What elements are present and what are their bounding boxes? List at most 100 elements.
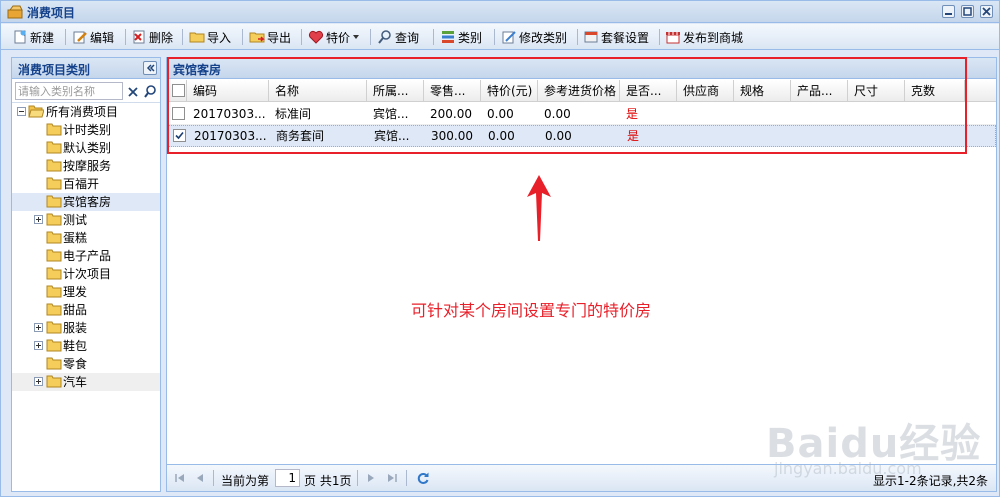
tree-node[interactable]: 服装 [12, 319, 160, 337]
tree-node-label: 所有消费项目 [46, 105, 119, 119]
maximize-icon[interactable] [961, 5, 974, 18]
toolbar-separator [659, 29, 660, 45]
grid-panel-title: 宾馆客房 [173, 63, 222, 77]
column-header[interactable]: 零售... [424, 80, 481, 102]
table-row[interactable]: 20170303... 标准间 宾馆... 200.00 0.00 0.00 是 [167, 103, 996, 125]
folder-icon [46, 375, 62, 388]
column-header[interactable]: 参考进货价格 [538, 80, 620, 102]
pager-after-text: 页 共1页 [304, 474, 352, 488]
column-header[interactable]: 所属... [367, 80, 424, 102]
page-number-input[interactable] [275, 469, 300, 487]
tree-node-label: 甜品 [63, 303, 88, 317]
new-button[interactable]: 新建 [12, 27, 54, 47]
tree-node-label: 默认类别 [63, 141, 112, 155]
tree-node[interactable]: 计次项目 [12, 265, 160, 283]
cell-flag: 是 [626, 107, 639, 121]
folder-icon [46, 249, 62, 262]
import-button[interactable]: 导入 [189, 27, 231, 47]
column-header[interactable]: 供应商 [677, 80, 734, 102]
package-settings-button[interactable]: 套餐设置 [583, 27, 649, 47]
cell-retail-price: 200.00 [430, 107, 472, 121]
expand-node-icon[interactable] [34, 377, 43, 386]
collapse-node-icon[interactable] [17, 107, 26, 116]
edit-category-button[interactable]: 修改类别 [501, 27, 567, 47]
folder-icon [189, 32, 205, 43]
select-all-header[interactable] [167, 80, 187, 102]
delete-icon [133, 30, 145, 44]
special-price-button[interactable]: 特价 [308, 27, 360, 47]
expand-node-icon[interactable] [34, 323, 43, 332]
tree-node-label: 零食 [63, 357, 88, 371]
folder-icon [46, 285, 62, 298]
column-header[interactable]: 特价(元) [481, 80, 538, 102]
column-header[interactable]: 编码 [187, 80, 269, 102]
tree-node[interactable]: 测试 [12, 211, 160, 229]
category-panel: 消费项目类别 所有消费项目 计时类别默认类别按摩服务百福开宾馆客房测试蛋糕电子产… [11, 57, 161, 492]
cell-special-price: 0.00 [488, 129, 515, 143]
last-page-icon[interactable] [385, 471, 399, 485]
tree-node[interactable]: 宾馆客房 [12, 193, 160, 211]
prev-page-icon[interactable] [193, 471, 207, 485]
select-all-checkbox[interactable] [172, 84, 185, 97]
folder-icon [46, 231, 62, 244]
expand-node-icon[interactable] [34, 215, 43, 224]
folder-icon [46, 303, 62, 316]
tree-node[interactable]: 电子产品 [12, 247, 160, 265]
tree-node[interactable]: 甜品 [12, 301, 160, 319]
row-checkbox-checked[interactable] [173, 129, 186, 142]
tree-node[interactable]: 零食 [12, 355, 160, 373]
row-checkbox[interactable] [172, 107, 185, 120]
minimize-icon[interactable] [942, 5, 955, 18]
edit-button[interactable]: 编辑 [72, 27, 114, 47]
publish-to-mall-button[interactable]: 发布到商城 [665, 27, 743, 47]
column-header[interactable]: 克数 [905, 80, 965, 102]
column-header[interactable]: 规格 [734, 80, 791, 102]
table-row-selected[interactable]: 20170303... 商务套间 宾馆... 300.00 0.00 0.00 … [167, 125, 996, 147]
collapse-panel-icon[interactable] [143, 61, 157, 75]
pager-before-text: 当前为第 [221, 474, 270, 488]
refresh-icon[interactable] [416, 471, 430, 485]
column-header[interactable]: 尺寸 [848, 80, 905, 102]
toolbar-separator [494, 29, 495, 45]
app-icon [7, 5, 23, 19]
tree-node-label: 计时类别 [63, 123, 112, 137]
expand-node-icon[interactable] [34, 341, 43, 350]
tree-node[interactable]: 百福开 [12, 175, 160, 193]
column-header[interactable]: 产品... [791, 80, 848, 102]
tree-node[interactable]: 计时类别 [12, 121, 160, 139]
cell-retail-price: 300.00 [431, 129, 473, 143]
cell-category: 宾馆... [373, 107, 409, 121]
toolbar-separator [65, 29, 66, 45]
tree-node[interactable]: 汽车 [12, 373, 160, 391]
tree-node[interactable]: 鞋包 [12, 337, 160, 355]
close-icon[interactable] [980, 5, 993, 18]
cell-name: 标准间 [275, 107, 312, 121]
tree-node[interactable]: 蛋糕 [12, 229, 160, 247]
tree-node-label: 汽车 [63, 375, 88, 389]
cell-ref-price: 0.00 [545, 129, 572, 143]
tree-node-label: 鞋包 [63, 339, 88, 353]
tree-node[interactable]: 默认类别 [12, 139, 160, 157]
cell-category: 宾馆... [374, 129, 410, 143]
category-search-input[interactable] [15, 82, 123, 100]
tree-root-node[interactable]: 所有消费项目 [12, 103, 160, 121]
column-header[interactable]: 是否... [620, 80, 677, 102]
delete-button[interactable]: 删除 [131, 27, 173, 47]
category-panel-header: 消费项目类别 [12, 58, 160, 79]
category-button[interactable]: 类别 [440, 27, 482, 47]
search-icon [378, 30, 391, 44]
watermark-url: jingyan.baidu.com [774, 459, 922, 478]
first-page-icon[interactable] [173, 471, 187, 485]
next-page-icon[interactable] [364, 471, 378, 485]
clear-search-icon[interactable] [126, 83, 140, 99]
folder-icon [46, 123, 62, 136]
tree-node[interactable]: 按摩服务 [12, 157, 160, 175]
toolbar-separator [242, 29, 243, 45]
column-header[interactable]: 名称 [269, 80, 367, 102]
tree-node[interactable]: 理发 [12, 283, 160, 301]
query-button[interactable]: 查询 [377, 27, 419, 47]
folder-export-icon [249, 32, 265, 43]
heart-icon [308, 30, 324, 44]
search-icon[interactable] [143, 83, 157, 99]
export-button[interactable]: 导出 [249, 27, 291, 47]
